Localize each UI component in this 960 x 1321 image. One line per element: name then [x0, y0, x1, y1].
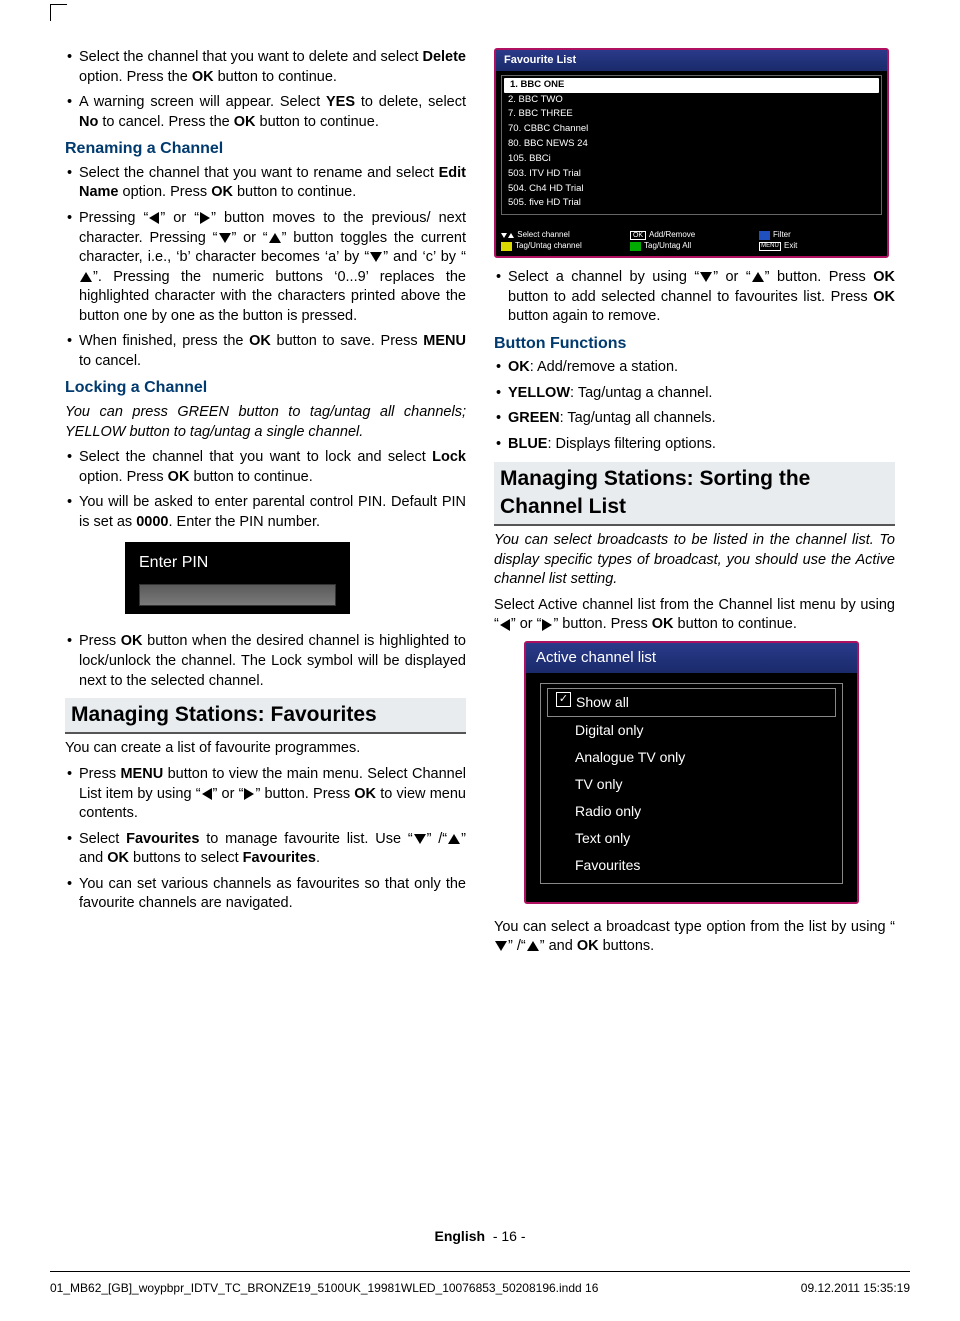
- para: Press OK button when the desired channel…: [65, 632, 466, 691]
- up-arrow-icon: [80, 272, 92, 282]
- up-arrow-icon: [448, 834, 460, 844]
- crop-marks: 01_MB62_[GB]_woypbpr_IDTV_TC_BRONZE19_51…: [50, 1271, 910, 1296]
- heading-sorting: Managing Stations: Sorting the Channel L…: [494, 462, 895, 527]
- active-channel-list-osd: Active channel list Show all Digital onl…: [524, 641, 859, 903]
- osd-title: Active channel list: [526, 643, 857, 673]
- para: OK: Add/remove a station.: [494, 358, 895, 378]
- list-item: Favourites: [541, 852, 842, 879]
- osd-options: Show all Digital only Analogue TV only T…: [540, 683, 843, 883]
- osd-footer: Select channel Tag/Untag channel OKAdd/R…: [501, 228, 882, 254]
- para: Select Active channel list from the Chan…: [494, 596, 895, 635]
- para: Press MENU button to view the main menu.…: [65, 765, 466, 824]
- para: BLUE: Displays filtering options.: [494, 435, 895, 455]
- list-item: 1. BBC ONE: [504, 78, 879, 93]
- para: Select the channel that you want to lock…: [65, 448, 466, 487]
- down-arrow-icon: [700, 272, 712, 282]
- list-item: 80. BBC NEWS 24: [502, 137, 881, 152]
- para: YELLOW: Tag/untag a channel.: [494, 384, 895, 404]
- right-arrow-icon: [542, 619, 552, 631]
- para: Select Favourites to manage favourite li…: [65, 830, 466, 869]
- list-item: 7. BBC THREE: [502, 107, 881, 122]
- para: GREEN: Tag/untag all channels.: [494, 409, 895, 429]
- osd-title: Favourite List: [496, 50, 887, 71]
- list-item: Text only: [541, 825, 842, 852]
- list-item: Show all: [547, 688, 836, 717]
- heading-lock: Locking a Channel: [65, 377, 466, 399]
- para: Select the channel that you want to rena…: [65, 164, 466, 203]
- down-arrow-icon: [219, 233, 231, 243]
- list-item: 105. BBCi: [502, 152, 881, 167]
- list-item: TV only: [541, 771, 842, 798]
- enter-pin-label: Enter PIN: [139, 552, 336, 574]
- para: Select the channel that you want to dele…: [65, 48, 466, 87]
- up-arrow-icon: [752, 272, 764, 282]
- pin-field: [139, 584, 336, 606]
- right-arrow-icon: [244, 788, 254, 800]
- para-italic: You can press GREEN button to tag/untag …: [65, 403, 466, 442]
- para: You will be asked to enter parental cont…: [65, 493, 466, 532]
- list-item: Digital only: [541, 717, 842, 744]
- para-italic: You can select broadcasts to be listed i…: [494, 531, 895, 590]
- down-arrow-icon: [370, 252, 382, 262]
- up-arrow-icon: [527, 941, 539, 951]
- list-item: Analogue TV only: [541, 744, 842, 771]
- para: Pressing “” or “” button moves to the pr…: [65, 209, 466, 326]
- list-item: 70. CBBC Channel: [502, 122, 881, 137]
- left-arrow-icon: [149, 212, 159, 224]
- osd-list: 1. BBC ONE 2. BBC TWO 7. BBC THREE 70. C…: [501, 75, 882, 215]
- heading-rename: Renaming a Channel: [65, 138, 466, 160]
- down-arrow-icon: [414, 834, 426, 844]
- left-arrow-icon: [500, 619, 510, 631]
- list-item: 503. ITV HD Trial: [502, 167, 881, 182]
- para: A warning screen will appear. Select YES…: [65, 93, 466, 132]
- para: You can set various channels as favourit…: [65, 875, 466, 914]
- para: When finished, press the OK button to sa…: [65, 332, 466, 371]
- page-footer: English - 16 -: [0, 1227, 960, 1246]
- para: Select a channel by using “” or “” butto…: [494, 268, 895, 327]
- list-item: 504. Ch4 HD Trial: [502, 182, 881, 197]
- up-arrow-icon: [269, 233, 281, 243]
- list-item: Radio only: [541, 798, 842, 825]
- para: You can select a broadcast type option f…: [494, 918, 895, 957]
- right-arrow-icon: [200, 212, 210, 224]
- source-file: 01_MB62_[GB]_woypbpr_IDTV_TC_BRONZE19_51…: [50, 1280, 598, 1296]
- left-column: Select the channel that you want to dele…: [65, 48, 466, 963]
- timestamp: 09.12.2011 15:35:19: [801, 1280, 910, 1296]
- para: You can create a list of favourite progr…: [65, 739, 466, 759]
- right-column: Favourite List 1. BBC ONE 2. BBC TWO 7. …: [494, 48, 895, 963]
- list-item: 2. BBC TWO: [502, 93, 881, 108]
- heading-favourites: Managing Stations: Favourites: [65, 698, 466, 734]
- heading-button-functions: Button Functions: [494, 333, 895, 355]
- favourite-list-osd: Favourite List 1. BBC ONE 2. BBC TWO 7. …: [494, 48, 889, 258]
- down-arrow-icon: [495, 941, 507, 951]
- list-item: 505. five HD Trial: [502, 196, 881, 211]
- enter-pin-osd: Enter PIN: [125, 542, 350, 614]
- left-arrow-icon: [202, 788, 212, 800]
